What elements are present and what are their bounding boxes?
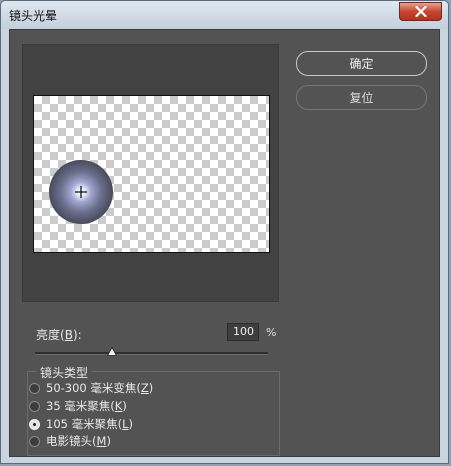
brightness-unit: % <box>266 326 277 339</box>
lens-type-option-label: 电影镜头(M) <box>46 434 111 448</box>
lens-type-option[interactable]: 105 毫米聚焦(L) <box>29 416 133 432</box>
radio-button[interactable] <box>29 435 40 447</box>
option-mnemonic: K <box>114 399 123 413</box>
lens-type-option[interactable]: 电影镜头(M) <box>29 433 111 449</box>
ok-button[interactable]: 确定 <box>296 51 427 76</box>
lens-type-option-label: 35 毫米聚焦(K) <box>46 399 127 413</box>
close-button[interactable] <box>399 2 442 21</box>
lens-type-option[interactable]: 50-300 毫米变焦(Z) <box>29 380 153 396</box>
close-icon <box>414 6 427 17</box>
option-text: 105 毫米聚焦 <box>46 417 118 431</box>
lens-type-option-label: 50-300 毫米变焦(Z) <box>46 381 154 395</box>
radio-button[interactable] <box>29 418 40 430</box>
option-mnemonic: M <box>96 434 107 448</box>
title-bar[interactable]: 镜头光晕 <box>1 1 448 29</box>
reset-button[interactable]: 复位 <box>296 85 427 110</box>
brightness-input[interactable]: 100 <box>227 323 259 341</box>
lens-type-group-label: 镜头类型 <box>37 364 92 381</box>
option-text: 电影镜头 <box>46 434 92 448</box>
option-mnemonic: Z <box>140 381 149 395</box>
preview-canvas[interactable] <box>33 95 270 253</box>
flare-crosshair-icon[interactable] <box>75 186 87 198</box>
lens-type-option-label: 105 毫米聚焦(L) <box>46 417 134 431</box>
brightness-mnemonic: B <box>64 328 73 342</box>
radio-button[interactable] <box>29 400 40 412</box>
option-text: 50-300 毫米变焦 <box>46 381 137 395</box>
brightness-label: 亮度(B): <box>36 328 82 342</box>
lens-flare-dialog: 镜头光晕 确定 复位 亮度(B): 100 % 镜头类型 50-300 毫米变焦… <box>0 0 449 464</box>
option-text: 35 毫米聚焦 <box>46 399 111 413</box>
option-mnemonic: L <box>122 417 129 431</box>
brightness-slider-thumb[interactable] <box>106 347 117 356</box>
radio-button[interactable] <box>29 382 40 394</box>
dialog-body: 确定 复位 亮度(B): 100 % 镜头类型 50-300 毫米变焦(Z) 35… <box>9 29 440 457</box>
preview-panel <box>22 44 279 302</box>
brightness-slider-track[interactable] <box>35 352 268 355</box>
lens-type-option[interactable]: 35 毫米聚焦(K) <box>29 398 127 414</box>
window-title: 镜头光晕 <box>9 9 58 23</box>
